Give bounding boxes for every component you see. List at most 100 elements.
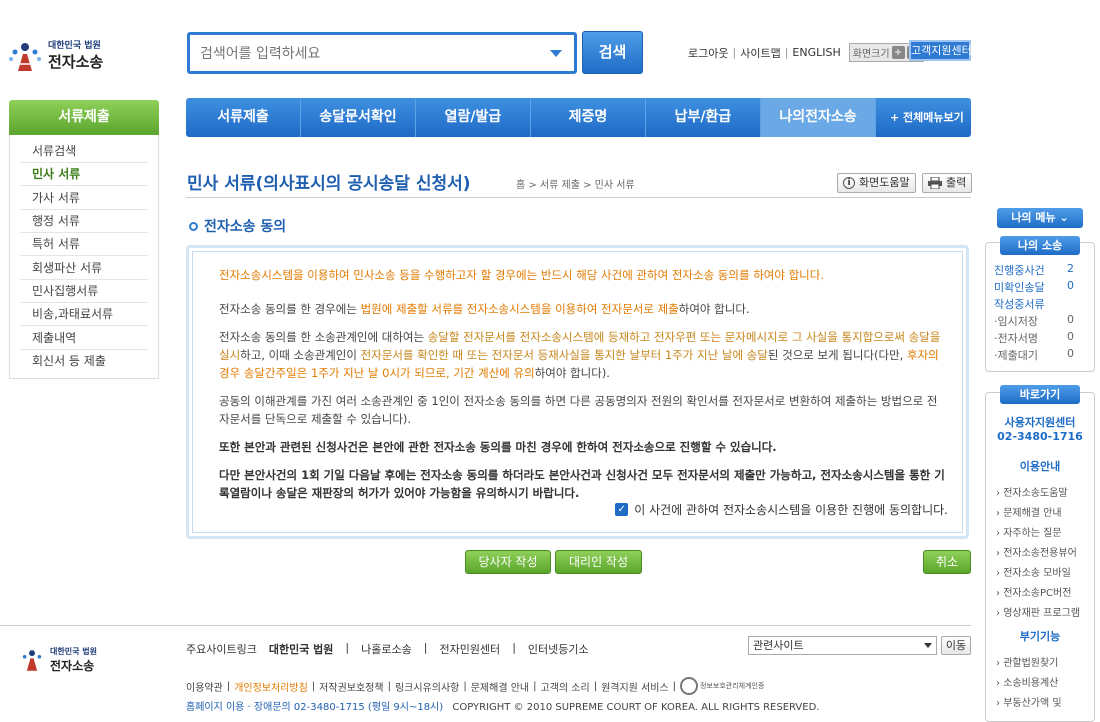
footer-link[interactable]: 전자민원센터	[439, 641, 500, 657]
footer-policy-link[interactable]: 개인정보처리방침	[234, 679, 308, 694]
left-nav-item[interactable]: 회생파산 서류	[20, 257, 148, 280]
shortcut-title: 바로가기	[1000, 385, 1080, 404]
footer-link[interactable]: 주요사이트링크	[186, 641, 257, 657]
my-lawsuit-title: 나의 소송	[1000, 236, 1080, 255]
notice-paragraph-3: 전자소송 동의를 한 소송관계인에 대하여는 송달할 전자문서를 전자소송시스템…	[219, 328, 947, 382]
nav-tab-payment[interactable]: 납부/환급	[646, 98, 761, 137]
agree-label[interactable]: 이 사건에 관하여 전자소송시스템을 이용한 진행에 동의합니다.	[634, 501, 948, 518]
related-sites-select[interactable]: 관련사이트	[748, 636, 937, 655]
calc-link[interactable]: › 부동산가액 및	[996, 694, 1062, 709]
court-emblem-icon	[22, 650, 42, 671]
usage-link[interactable]: › 자주하는 질문	[996, 524, 1062, 539]
english-link[interactable]: ENGLISH	[792, 46, 840, 59]
breadcrumb: 홈 > 서류 제출 > 민사 서류	[516, 180, 635, 191]
left-nav-item[interactable]: 특허 서류	[20, 233, 148, 256]
party-write-button[interactable]: 당사자 작성	[465, 550, 551, 574]
logo-small-text: 대한민국 법원	[48, 41, 101, 51]
lawsuit-row[interactable]: 미확인송달 0	[994, 279, 1074, 295]
footer-policy-link[interactable]: 고객의 소리	[541, 679, 590, 694]
left-nav-item[interactable]: 비송,과태료서류	[20, 303, 148, 326]
chevron-down-icon	[924, 643, 932, 648]
left-nav-item[interactable]: 제출내역	[20, 327, 148, 350]
left-nav-item-active[interactable]: 민사 서류	[20, 163, 148, 186]
copyright-text: COPYRIGHT © 2010 SUPREME COURT OF KOREA.…	[452, 702, 820, 713]
footer-link[interactable]: 인터넷등기소	[528, 641, 589, 657]
all-menu-button[interactable]: + 전체메뉴보기	[876, 98, 964, 137]
print-button[interactable]: 출력	[922, 173, 973, 193]
footer-links: 주요사이트링크 대한민국 법원 | 나홀로소송 | 전자민원센터 | 인터넷등기…	[186, 641, 589, 657]
usage-link[interactable]: › 영상재판 프로그램	[996, 604, 1080, 619]
my-menu-label: 나의 메뉴	[1011, 211, 1056, 224]
my-menu-button[interactable]: 나의 메뉴 ⌄	[997, 208, 1083, 228]
usage-link[interactable]: › 문제해결 안내	[996, 504, 1062, 519]
usage-link[interactable]: › 전자소송전용뷰어	[996, 544, 1077, 559]
lawsuit-subrow[interactable]: ·임시저장 0	[994, 313, 1074, 329]
left-nav-item[interactable]: 서류검색	[20, 140, 148, 163]
related-sites-value: 관련사이트	[753, 639, 804, 652]
calc-link[interactable]: › 관할법원찾기	[996, 654, 1058, 669]
separator: |	[311, 680, 316, 692]
nav-tab-view[interactable]: 열람/발급	[416, 98, 531, 137]
left-nav-item[interactable]: 행정 서류	[20, 210, 148, 233]
sitemap-link[interactable]: 사이트맵	[740, 45, 780, 61]
search-button[interactable]: 검색	[582, 31, 643, 74]
search-dropdown-icon[interactable]	[550, 50, 562, 57]
text: 전자소송 동의를 한 소송관계인에 대하여는	[219, 330, 428, 344]
footer-policy-link[interactable]: 이용약관	[186, 679, 223, 694]
separator: |	[732, 46, 737, 59]
notice-paragraph-2: 전자소송 동의를 한 경우에는 법원에 제출할 서류를 전자소송시스템을 이용하…	[219, 300, 947, 318]
separator: |	[226, 680, 231, 692]
drafting-label[interactable]: 작성중서류	[994, 296, 1074, 312]
row-value: 0	[1067, 330, 1074, 343]
agreement-box: 전자소송시스템을 이용하여 민사소송 등을 수행하고자 할 경우에는 반드시 해…	[186, 245, 969, 539]
footer-policy-link[interactable]: 원격지원 서비스	[601, 679, 669, 694]
footer-policy-link[interactable]: 링크시유의사항	[395, 679, 459, 694]
logout-link[interactable]: 로그아웃	[688, 45, 728, 61]
usage-link[interactable]: › 전자소송PC버전	[996, 584, 1071, 599]
cancel-button[interactable]: 취소	[923, 550, 971, 574]
nav-tab-submit[interactable]: 서류제출	[186, 98, 301, 137]
usage-link-label: 전자소송PC버전	[1003, 588, 1072, 599]
separator: |	[463, 680, 467, 692]
help-button[interactable]: i 화면도움말	[837, 173, 916, 193]
lawsuit-row[interactable]: 진행중사건 2	[994, 262, 1074, 278]
footer-policy-link[interactable]: 저작권보호정책	[319, 679, 383, 694]
nav-tab-certificate[interactable]: 제증명	[531, 98, 646, 137]
bullet-icon	[189, 221, 198, 231]
search-input[interactable]	[200, 43, 530, 65]
calc-link[interactable]: › 소송비용계산	[996, 674, 1058, 689]
usage-link[interactable]: › 전자소송도움말	[996, 484, 1068, 499]
nav-tab-delivery[interactable]: 송달문서확인	[301, 98, 416, 137]
help-center-button[interactable]: 고객지원센터	[909, 40, 972, 61]
help-button-label: 화면도움말	[859, 176, 910, 189]
section-header: 전자소송 동의	[189, 216, 286, 236]
footer-link[interactable]: 나홀로소송	[361, 641, 412, 657]
footer-link[interactable]: 대한민국 법원	[269, 641, 334, 657]
separator: |	[533, 680, 537, 692]
separator: |	[593, 680, 598, 692]
agent-write-button[interactable]: 대리인 작성	[555, 550, 642, 574]
left-nav-item[interactable]: 회신서 등 제출	[20, 350, 148, 373]
footer-policy-link[interactable]: 문제해결 안내	[471, 679, 529, 694]
section-title: 전자소송 동의	[204, 219, 287, 235]
footer-logo-title: 전자소송	[50, 659, 95, 673]
left-nav-item[interactable]: 가사 서류	[20, 187, 148, 210]
court-emblem-icon	[9, 43, 41, 71]
lawsuit-subrow[interactable]: ·제출대기 0	[994, 347, 1074, 363]
support-center-link[interactable]: 사용자지원센터	[990, 414, 1090, 430]
go-button[interactable]: 이동	[941, 636, 971, 655]
usage-link[interactable]: › 전자소송 모바일	[996, 564, 1071, 579]
calc-title: 부기기능	[1019, 630, 1061, 643]
utility-links: 로그아웃 | 사이트맵 | ENGLISH 화면크기 + -	[688, 43, 924, 62]
highlight-text: 법원에 제출할 서류를 전자소송시스템을 이용하여 전자문서로 제출	[360, 302, 679, 316]
agree-checkbox[interactable]: ✓	[615, 503, 629, 516]
lawsuit-subrow[interactable]: ·전자서명 0	[994, 330, 1074, 346]
court-logo[interactable]: 대한민국 법원 전자소송	[6, 36, 116, 76]
row-label: 진행중사건	[994, 264, 1045, 277]
zoom-plus-button[interactable]: +	[891, 46, 905, 59]
highlight-text: 전자문서를 확인한 때 또는 전자문서 등재사실을 통지한 날부터 1주가 지난…	[360, 348, 768, 362]
left-nav-item[interactable]: 민사집행서류	[20, 280, 148, 303]
calc-link-label: 소송비용계산	[1003, 678, 1059, 689]
nav-tab-my-lawsuit[interactable]: 나의전자소송	[761, 98, 876, 137]
footer-logo: 대한민국 법원 전자소송	[18, 646, 128, 676]
